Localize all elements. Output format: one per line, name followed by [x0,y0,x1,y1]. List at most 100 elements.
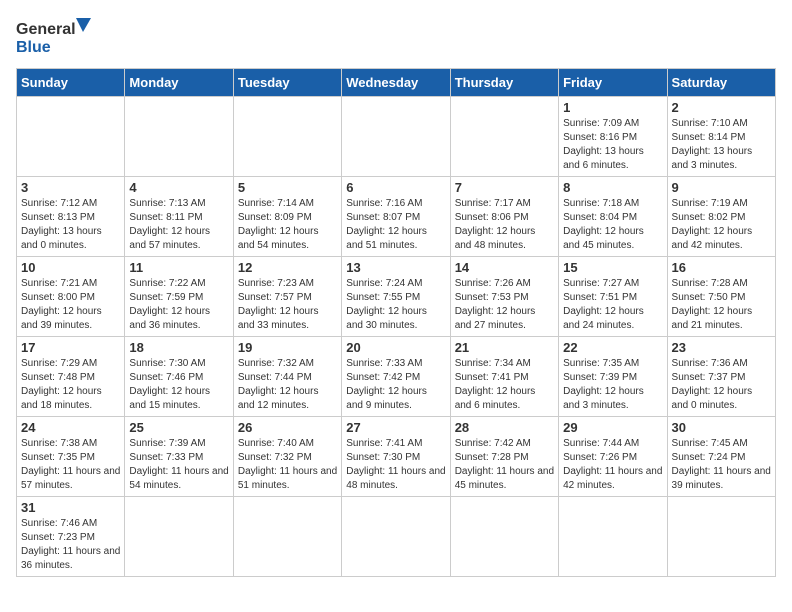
day-info: Sunrise: 7:32 AM Sunset: 7:44 PM Dayligh… [238,357,337,413]
calendar-cell: 29 Sunrise: 7:44 AM Sunset: 7:26 PM Dayli… [559,417,667,497]
day-header-saturday: Saturday [667,69,775,97]
calendar-cell [125,97,233,177]
day-number: 10 [21,260,120,275]
calendar-cell: 10 Sunrise: 7:21 AM Sunset: 8:00 PM Dayli… [17,257,125,337]
calendar-cell: 30Sunrise: 7:45 AM Sunset: 7:24 PM Dayli… [667,417,775,497]
day-number: 3 [21,180,120,195]
day-info: Sunrise: 7:27 AM Sunset: 7:51 PM Dayligh… [563,277,662,333]
day-number: 6 [346,180,445,195]
calendar-cell: 26 Sunrise: 7:40 AM Sunset: 7:32 PM Dayli… [233,417,341,497]
day-number: 13 [346,260,445,275]
calendar-cell: 5 Sunrise: 7:14 AM Sunset: 8:09 PM Daylig… [233,177,341,257]
calendar-cell: 1 Sunrise: 7:09 AM Sunset: 8:16 PM Daylig… [559,97,667,177]
day-number: 29 [563,420,662,435]
calendar-cell [342,497,450,577]
day-number: 14 [455,260,554,275]
calendar-cell: 8 Sunrise: 7:18 AM Sunset: 8:04 PM Daylig… [559,177,667,257]
day-info: Sunrise: 7:44 AM Sunset: 7:26 PM Dayligh… [563,437,662,493]
day-info: Sunrise: 7:34 AM Sunset: 7:41 PM Dayligh… [455,357,554,413]
day-info: Sunrise: 7:29 AM Sunset: 7:48 PM Dayligh… [21,357,120,413]
day-info: Sunrise: 7:14 AM Sunset: 8:09 PM Dayligh… [238,197,337,253]
svg-text:Blue: Blue [16,39,51,56]
calendar-cell [450,97,558,177]
calendar-cell [342,97,450,177]
day-header-wednesday: Wednesday [342,69,450,97]
calendar-cell: 6 Sunrise: 7:16 AM Sunset: 8:07 PM Daylig… [342,177,450,257]
calendar-cell: 18 Sunrise: 7:30 AM Sunset: 7:46 PM Dayli… [125,337,233,417]
day-info: Sunrise: 7:42 AM Sunset: 7:28 PM Dayligh… [455,437,554,493]
calendar-cell: 21 Sunrise: 7:34 AM Sunset: 7:41 PM Dayli… [450,337,558,417]
day-number: 8 [563,180,662,195]
day-info: Sunrise: 7:30 AM Sunset: 7:46 PM Dayligh… [129,357,228,413]
calendar-cell: 13 Sunrise: 7:24 AM Sunset: 7:55 PM Dayli… [342,257,450,337]
day-info: Sunrise: 7:12 AM Sunset: 8:13 PM Dayligh… [21,197,120,253]
day-number: 11 [129,260,228,275]
calendar-cell: 28 Sunrise: 7:42 AM Sunset: 7:28 PM Dayli… [450,417,558,497]
day-number: 23 [672,340,771,355]
day-number: 19 [238,340,337,355]
day-header-friday: Friday [559,69,667,97]
day-number: 21 [455,340,554,355]
calendar-cell: 22Sunrise: 7:35 AM Sunset: 7:39 PM Dayli… [559,337,667,417]
day-number: 7 [455,180,554,195]
calendar-cell: 12 Sunrise: 7:23 AM Sunset: 7:57 PM Dayli… [233,257,341,337]
calendar-cell [450,497,558,577]
calendar-table: SundayMondayTuesdayWednesdayThursdayFrid… [16,68,776,577]
calendar-cell: 20 Sunrise: 7:33 AM Sunset: 7:42 PM Dayli… [342,337,450,417]
day-info: Sunrise: 7:28 AM Sunset: 7:50 PM Dayligh… [672,277,771,333]
day-info: Sunrise: 7:33 AM Sunset: 7:42 PM Dayligh… [346,357,445,413]
day-number: 16 [672,260,771,275]
day-info: Sunrise: 7:22 AM Sunset: 7:59 PM Dayligh… [129,277,228,333]
day-info: Sunrise: 7:13 AM Sunset: 8:11 PM Dayligh… [129,197,228,253]
day-info: Sunrise: 7:23 AM Sunset: 7:57 PM Dayligh… [238,277,337,333]
day-info: Sunrise: 7:35 AM Sunset: 7:39 PM Dayligh… [563,357,662,413]
calendar-cell [233,497,341,577]
calendar-cell: 3 Sunrise: 7:12 AM Sunset: 8:13 PM Daylig… [17,177,125,257]
day-info: Sunrise: 7:19 AM Sunset: 8:02 PM Dayligh… [672,197,771,253]
day-info: Sunrise: 7:21 AM Sunset: 8:00 PM Dayligh… [21,277,120,333]
calendar-cell: 17Sunrise: 7:29 AM Sunset: 7:48 PM Dayli… [17,337,125,417]
calendar-cell: 11 Sunrise: 7:22 AM Sunset: 7:59 PM Dayli… [125,257,233,337]
calendar-week-5: 24Sunrise: 7:38 AM Sunset: 7:35 PM Dayli… [17,417,776,497]
calendar-header-row: SundayMondayTuesdayWednesdayThursdayFrid… [17,69,776,97]
page-header: GeneralBlue [16,16,776,60]
day-number: 26 [238,420,337,435]
calendar-cell: 24Sunrise: 7:38 AM Sunset: 7:35 PM Dayli… [17,417,125,497]
logo-svg: GeneralBlue [16,16,96,60]
calendar-cell [233,97,341,177]
day-info: Sunrise: 7:24 AM Sunset: 7:55 PM Dayligh… [346,277,445,333]
calendar-cell [125,497,233,577]
day-number: 9 [672,180,771,195]
day-info: Sunrise: 7:36 AM Sunset: 7:37 PM Dayligh… [672,357,771,413]
day-number: 5 [238,180,337,195]
day-info: Sunrise: 7:39 AM Sunset: 7:33 PM Dayligh… [129,437,228,493]
calendar-week-4: 17Sunrise: 7:29 AM Sunset: 7:48 PM Dayli… [17,337,776,417]
calendar-week-1: 1 Sunrise: 7:09 AM Sunset: 8:16 PM Daylig… [17,97,776,177]
day-header-tuesday: Tuesday [233,69,341,97]
day-info: Sunrise: 7:46 AM Sunset: 7:23 PM Dayligh… [21,517,120,573]
calendar-cell: 14Sunrise: 7:26 AM Sunset: 7:53 PM Dayli… [450,257,558,337]
day-number: 1 [563,100,662,115]
day-number: 28 [455,420,554,435]
day-info: Sunrise: 7:10 AM Sunset: 8:14 PM Dayligh… [672,117,771,173]
day-info: Sunrise: 7:40 AM Sunset: 7:32 PM Dayligh… [238,437,337,493]
calendar-week-3: 10 Sunrise: 7:21 AM Sunset: 8:00 PM Dayli… [17,257,776,337]
day-info: Sunrise: 7:09 AM Sunset: 8:16 PM Dayligh… [563,117,662,173]
logo: GeneralBlue [16,16,96,60]
calendar-cell: 19 Sunrise: 7:32 AM Sunset: 7:44 PM Dayli… [233,337,341,417]
day-info: Sunrise: 7:17 AM Sunset: 8:06 PM Dayligh… [455,197,554,253]
day-info: Sunrise: 7:16 AM Sunset: 8:07 PM Dayligh… [346,197,445,253]
day-number: 15 [563,260,662,275]
calendar-cell: 7 Sunrise: 7:17 AM Sunset: 8:06 PM Daylig… [450,177,558,257]
calendar-week-2: 3 Sunrise: 7:12 AM Sunset: 8:13 PM Daylig… [17,177,776,257]
day-info: Sunrise: 7:38 AM Sunset: 7:35 PM Dayligh… [21,437,120,493]
day-number: 2 [672,100,771,115]
calendar-cell: 25 Sunrise: 7:39 AM Sunset: 7:33 PM Dayli… [125,417,233,497]
day-number: 20 [346,340,445,355]
day-number: 18 [129,340,228,355]
calendar-cell: 23 Sunrise: 7:36 AM Sunset: 7:37 PM Dayli… [667,337,775,417]
day-number: 12 [238,260,337,275]
day-number: 25 [129,420,228,435]
day-info: Sunrise: 7:41 AM Sunset: 7:30 PM Dayligh… [346,437,445,493]
day-info: Sunrise: 7:18 AM Sunset: 8:04 PM Dayligh… [563,197,662,253]
